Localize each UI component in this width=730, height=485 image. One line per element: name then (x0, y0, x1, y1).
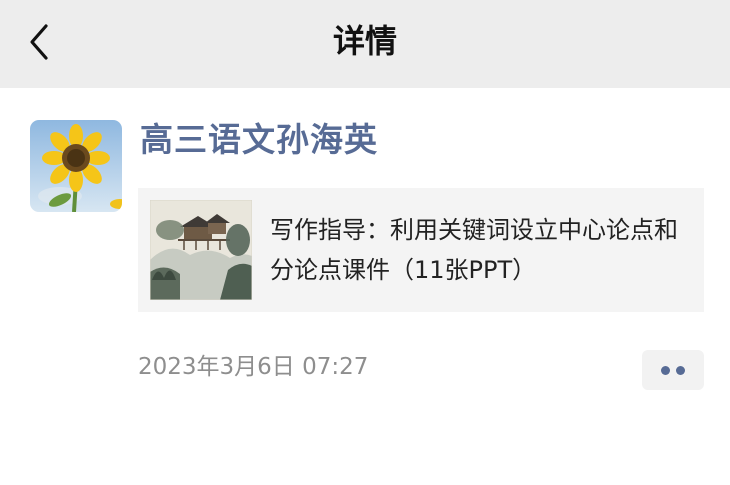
post-timestamp: 2023年3月6日 07:27 (138, 354, 369, 380)
nav-bar: 详情 (0, 0, 730, 88)
avatar[interactable] (30, 120, 122, 212)
share-thumbnail (150, 200, 252, 300)
sunflower-image (30, 120, 122, 212)
more-actions-button[interactable] (642, 350, 704, 390)
landscape-painting-image (150, 200, 252, 300)
author-name[interactable]: 高三语文孙海英 (140, 118, 378, 162)
page-title: 详情 (332, 22, 397, 60)
shared-link-card[interactable]: 写作指导：利用关键词设立中心论点和分论点课件（11张PPT） (138, 188, 704, 312)
shared-link-title: 写作指导：利用关键词设立中心论点和分论点课件（11张PPT） (270, 216, 678, 284)
